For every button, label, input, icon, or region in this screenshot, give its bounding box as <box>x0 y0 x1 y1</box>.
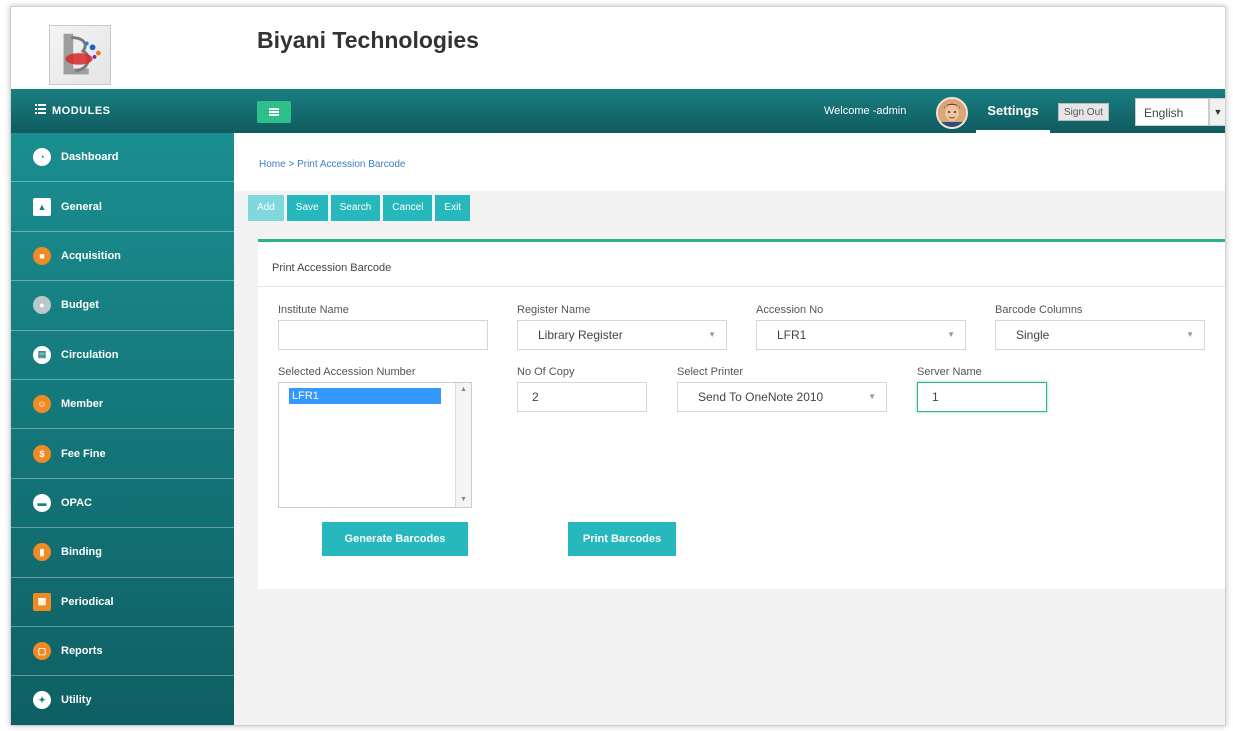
search-button[interactable]: Search <box>330 195 381 221</box>
chevron-down-icon: ▼ <box>947 330 955 339</box>
sidebar-item-opac[interactable]: ▬ OPAC <box>11 479 234 529</box>
institute-name-input[interactable] <box>278 320 488 350</box>
action-toolbar: Add Save Search Cancel Exit <box>248 195 471 221</box>
chevron-down-icon: ▼ <box>868 392 876 401</box>
accession-no-label: Accession No <box>756 304 824 316</box>
welcome-text: Welcome -admin <box>824 105 907 117</box>
sidebar-item-general[interactable]: ▲ General <box>11 182 234 232</box>
sidebar-item-label: Circulation <box>61 348 119 361</box>
user-avatar[interactable] <box>936 97 968 129</box>
sidebar-item-reports[interactable]: ▢ Reports <box>11 627 234 677</box>
modules-label: MODULES <box>52 104 111 117</box>
register-name-label: Register Name <box>517 304 591 316</box>
sidebar-item-label: Binding <box>61 546 102 559</box>
list-icon <box>35 104 46 117</box>
modules-heading: MODULES <box>35 104 111 117</box>
list-item[interactable]: LFR1 <box>289 388 441 404</box>
select-printer-select[interactable]: Send To OneNote 2010 ▼ <box>677 382 887 412</box>
binding-icon: ▮ <box>33 543 51 562</box>
sidebar-item-label: Reports <box>61 645 103 658</box>
server-name-label: Server Name <box>917 366 982 378</box>
sidebar-item-label: OPAC <box>61 496 92 509</box>
sidebar-item-budget[interactable]: ● Budget <box>11 281 234 331</box>
sidebar-item-label: Member <box>61 398 104 411</box>
sidebar: ◔ Dashboard ▲ General ■ Acquisition ● Bu… <box>11 133 234 725</box>
add-button[interactable]: Add <box>248 195 284 221</box>
sidebar-item-label: Acquisition <box>61 249 121 262</box>
scroll-up-icon[interactable]: ▲ <box>456 383 471 397</box>
chevron-down-icon: ▼ <box>1186 330 1194 339</box>
top-navigation-bar: MODULES Welcome -admin Settings Sign Out… <box>11 89 1225 133</box>
print-barcodes-button[interactable]: Print Barcodes <box>568 522 676 556</box>
sidebar-item-acquisition[interactable]: ■ Acquisition <box>11 232 234 282</box>
company-name: Biyani Technologies <box>257 27 479 53</box>
app-header: Biyani Technologies <box>11 7 1225 89</box>
menu-toggle-button[interactable] <box>257 101 291 123</box>
sidebar-item-label: Utility <box>61 694 92 707</box>
generate-barcodes-button[interactable]: Generate Barcodes <box>322 522 468 556</box>
sidebar-item-member[interactable]: ☺ Member <box>11 380 234 430</box>
fee-fine-icon: $ <box>33 444 51 463</box>
hamburger-icon <box>269 108 279 116</box>
print-barcode-panel: Print Accession Barcode Institute Name R… <box>258 239 1225 589</box>
sidebar-item-periodical[interactable]: ▦ Periodical <box>11 578 234 627</box>
register-name-select[interactable]: Library Register ▼ <box>517 320 727 350</box>
no-of-copy-label: No Of Copy <box>517 366 575 378</box>
server-name-input[interactable]: 1 <box>917 382 1047 412</box>
chevron-down-icon: ▼ <box>708 330 716 339</box>
breadcrumb[interactable]: Home > Print Accession Barcode <box>259 159 405 170</box>
exit-button[interactable]: Exit <box>435 195 471 221</box>
language-select[interactable]: English <box>1135 98 1209 126</box>
no-of-copy-input[interactable]: 2 <box>517 382 647 412</box>
accession-no-value: LFR1 <box>777 328 807 342</box>
breadcrumb-bar: Home > Print Accession Barcode <box>234 133 1225 191</box>
sidebar-item-label: Periodical <box>61 595 114 608</box>
barcode-columns-value: Single <box>1016 328 1050 342</box>
sidebar-item-dashboard[interactable]: ◔ Dashboard <box>11 133 234 183</box>
accession-no-select[interactable]: LFR1 ▼ <box>756 320 966 350</box>
sidebar-item-utility[interactable]: ✦ Utility <box>11 676 234 725</box>
company-logo <box>49 25 111 85</box>
periodical-icon: ▦ <box>33 592 51 611</box>
institute-name-label: Institute Name <box>278 304 349 316</box>
general-icon: ▲ <box>33 197 51 216</box>
selected-accession-listbox[interactable]: LFR1 ▲ ▼ <box>278 382 472 508</box>
barcode-columns-label: Barcode Columns <box>995 304 1083 316</box>
circulation-icon: ▤ <box>33 345 51 364</box>
sign-out-button[interactable]: Sign Out <box>1058 103 1109 121</box>
opac-icon: ▬ <box>33 493 51 512</box>
register-name-value: Library Register <box>538 328 623 342</box>
panel-divider <box>258 286 1225 287</box>
sidebar-item-label: Fee Fine <box>61 447 106 460</box>
sidebar-item-circulation[interactable]: ▤ Circulation <box>11 331 234 380</box>
acquisition-icon: ■ <box>33 246 51 265</box>
budget-icon: ● <box>33 296 51 315</box>
barcode-columns-select[interactable]: Single ▼ <box>995 320 1205 350</box>
save-button[interactable]: Save <box>286 195 328 221</box>
chevron-down-icon[interactable]: ▼ <box>1209 98 1225 126</box>
sidebar-item-label: Dashboard <box>61 151 119 164</box>
listbox-scrollbar[interactable]: ▲ ▼ <box>455 383 471 507</box>
reports-icon: ▢ <box>33 642 51 661</box>
scroll-down-icon[interactable]: ▼ <box>456 493 471 507</box>
sidebar-item-label: Budget <box>61 299 99 312</box>
panel-title: Print Accession Barcode <box>272 262 392 274</box>
member-icon: ☺ <box>33 395 51 414</box>
app-window: Biyani Technologies MODULES Welcome -adm… <box>10 6 1226 726</box>
sidebar-item-fee-fine[interactable]: $ Fee Fine <box>11 429 234 479</box>
dashboard-icon: ◔ <box>33 148 51 167</box>
select-printer-label: Select Printer <box>677 366 744 378</box>
sidebar-item-label: General <box>61 200 102 213</box>
select-printer-value: Send To OneNote 2010 <box>698 390 824 404</box>
utility-icon: ✦ <box>33 691 51 710</box>
cancel-button[interactable]: Cancel <box>383 195 433 221</box>
settings-link[interactable]: Settings <box>976 89 1050 133</box>
main-content: Home > Print Accession Barcode Add Save … <box>234 133 1225 725</box>
sidebar-item-binding[interactable]: ▮ Binding <box>11 528 234 578</box>
selected-accession-label: Selected Accession Number <box>278 366 416 378</box>
